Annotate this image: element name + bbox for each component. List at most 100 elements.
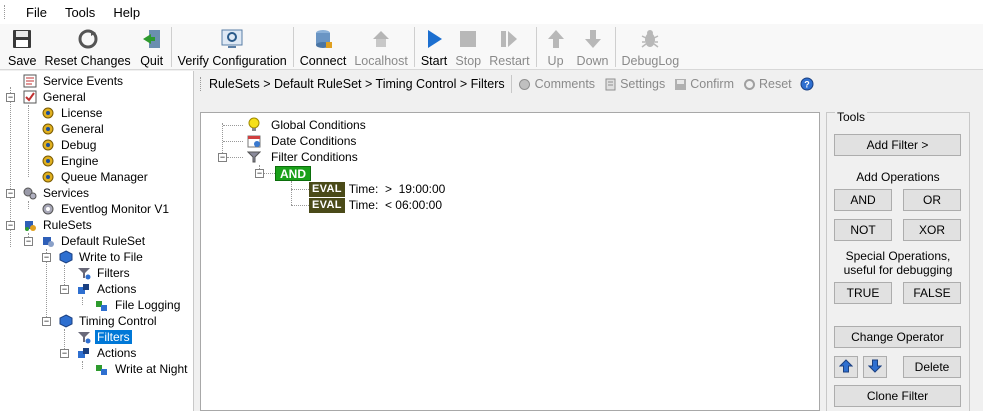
down-button[interactable]: Down	[573, 24, 613, 68]
tree-item-queue-manager[interactable]: Queue Manager	[40, 169, 150, 185]
eval-badge: EVAL	[309, 181, 345, 197]
breadcrumb-grip	[200, 77, 203, 91]
false-button[interactable]: FALSE	[903, 282, 961, 304]
collapse-toggle[interactable]: −	[24, 237, 33, 246]
save-button[interactable]: Save	[4, 24, 41, 68]
delete-button[interactable]: Delete	[903, 356, 961, 378]
tree-item-filters-selected[interactable]: Filters	[76, 329, 132, 345]
tree-item-rulesets[interactable]: RuleSets	[22, 217, 94, 233]
collapse-toggle[interactable]: −	[42, 253, 51, 262]
localhost-button[interactable]: Localhost	[350, 24, 412, 68]
collapse-toggle[interactable]: −	[6, 221, 15, 230]
xor-button[interactable]: XOR	[903, 219, 961, 241]
tree-item-general-settings[interactable]: General	[40, 121, 106, 137]
tree-item-debug[interactable]: Debug	[40, 137, 98, 153]
reset-button[interactable]: Reset	[742, 77, 792, 91]
tree-item-filters[interactable]: Filters	[76, 265, 132, 281]
filter-conditions-node[interactable]: Filter Conditions	[245, 149, 358, 165]
service-gear-icon	[40, 201, 56, 217]
clone-filter-button[interactable]: Clone Filter	[834, 385, 961, 407]
tree-item-write-to-file[interactable]: Write to File	[58, 249, 145, 265]
settings-button[interactable]: Settings	[603, 77, 665, 91]
eval-condition-node[interactable]: EVAL Time: > 19:00:00	[309, 181, 445, 197]
stop-square-icon	[455, 26, 481, 52]
stop-button[interactable]: Stop	[451, 24, 485, 68]
eval-condition-node[interactable]: EVAL Time: < 06:00:00	[309, 197, 442, 213]
menu-help[interactable]: Help	[104, 5, 149, 20]
arrow-down-icon	[867, 359, 883, 376]
tree-line	[291, 189, 309, 190]
tree-line	[82, 297, 83, 305]
breadcrumb: RuleSets > Default RuleSet > Timing Cont…	[196, 71, 983, 97]
toolbar-separator	[535, 27, 537, 67]
tree-item-actions[interactable]: Actions	[76, 281, 138, 297]
reset-changes-button[interactable]: Reset Changes	[41, 24, 135, 68]
menu-bar: File Tools Help	[0, 0, 983, 24]
collapse-toggle[interactable]: −	[218, 153, 227, 162]
floppy-disk-icon	[673, 77, 687, 91]
and-operator-node[interactable]: AND	[275, 165, 311, 181]
collapse-toggle[interactable]: −	[6, 189, 15, 198]
connect-button[interactable]: Connect	[296, 24, 351, 68]
toolbar-separator	[413, 27, 415, 67]
menu-file[interactable]: File	[17, 5, 56, 20]
and-button[interactable]: AND	[834, 189, 892, 211]
gear-wrench-icon	[40, 105, 56, 121]
collapse-toggle[interactable]: −	[6, 93, 15, 102]
operator-badge: AND	[275, 165, 311, 181]
collapse-toggle[interactable]: −	[60, 285, 69, 294]
tree-line	[28, 201, 29, 209]
tree-item-services[interactable]: Services	[22, 185, 91, 201]
quit-button[interactable]: Quit	[135, 24, 169, 68]
tree-item-timing-control[interactable]: Timing Control	[58, 313, 159, 329]
rule-cube-icon	[58, 313, 74, 329]
tree-item-service-events[interactable]: Service Events	[22, 73, 125, 89]
tree-item-license[interactable]: License	[40, 105, 104, 121]
help-icon: ?	[800, 77, 814, 91]
not-button[interactable]: NOT	[834, 219, 892, 241]
move-down-button[interactable]	[863, 356, 887, 378]
menu-tools[interactable]: Tools	[56, 5, 104, 20]
breadcrumb-path: RuleSets > Default RuleSet > Timing Cont…	[209, 77, 505, 91]
tree-line	[227, 157, 243, 158]
tree-item-engine[interactable]: Engine	[40, 153, 100, 169]
up-button[interactable]: Up	[539, 24, 573, 68]
true-button[interactable]: TRUE	[834, 282, 892, 304]
tree-item-eventlog-monitor[interactable]: Eventlog Monitor V1	[40, 201, 171, 217]
global-conditions-node[interactable]: Global Conditions	[245, 117, 366, 133]
exit-door-icon	[139, 26, 165, 52]
rule-cube-icon	[58, 249, 74, 265]
toolbar: Save Reset Changes Quit Verify Configura…	[0, 24, 983, 70]
restart-button[interactable]: Restart	[485, 24, 533, 68]
arrow-down-icon	[580, 26, 606, 52]
tree-item-actions[interactable]: Actions	[76, 345, 138, 361]
gear-wrench-icon	[40, 169, 56, 185]
tree-item-file-logging[interactable]: File Logging	[94, 297, 182, 313]
move-up-button[interactable]	[834, 356, 858, 378]
start-button[interactable]: Start	[417, 24, 451, 68]
gear-wrench-icon	[40, 137, 56, 153]
debuglog-button[interactable]: DebugLog	[618, 24, 684, 68]
house-icon	[368, 26, 394, 52]
date-conditions-node[interactable]: Date Conditions	[245, 133, 356, 149]
gear-wrench-icon	[40, 153, 56, 169]
collapse-toggle[interactable]: −	[60, 349, 69, 358]
actions-icon	[76, 345, 92, 361]
collapse-toggle[interactable]: −	[255, 169, 264, 178]
tree-item-default-ruleset[interactable]: Default RuleSet	[40, 233, 147, 249]
filter-tree-panel: Global Conditions Date Conditions − Filt…	[200, 112, 820, 411]
menu-grip	[4, 5, 7, 19]
help-button[interactable]: ?	[800, 77, 817, 91]
collapse-toggle[interactable]: −	[42, 317, 51, 326]
comments-button[interactable]: Comments	[518, 77, 595, 91]
tree-line	[28, 105, 29, 177]
or-button[interactable]: OR	[903, 189, 961, 211]
tree-item-general[interactable]: General	[22, 89, 88, 105]
add-filter-button[interactable]: Add Filter >	[834, 134, 961, 156]
reset-arrows-icon	[742, 77, 756, 91]
database-connect-icon	[310, 26, 336, 52]
tree-item-write-at-night[interactable]: Write at Night	[94, 361, 189, 377]
verify-configuration-button[interactable]: Verify Configuration	[174, 24, 291, 68]
change-operator-button[interactable]: Change Operator	[834, 326, 961, 348]
confirm-button[interactable]: Confirm	[673, 77, 734, 91]
